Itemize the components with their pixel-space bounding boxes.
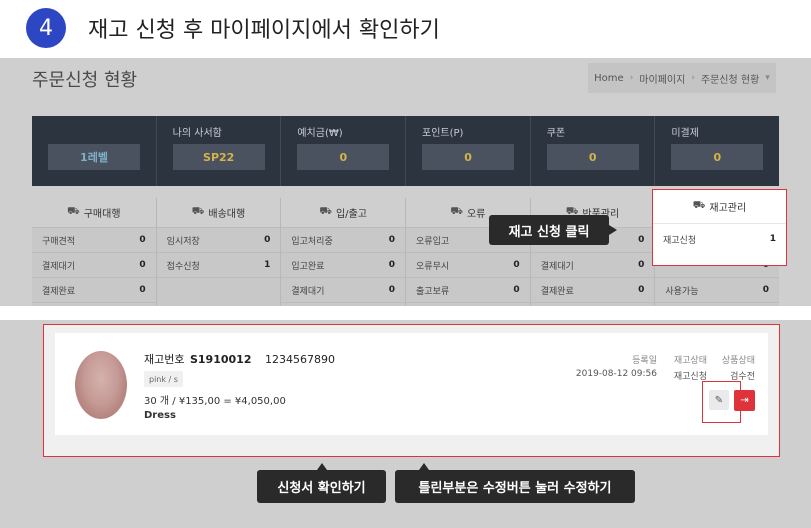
column-header-stock[interactable]: ⛟ 재고관리 bbox=[653, 190, 786, 224]
table-row[interactable]: 출고보류 0 bbox=[406, 278, 530, 303]
quantity-price: 30 개 / ¥135,00 = ¥4,050,00 bbox=[144, 396, 286, 407]
column-purchase: ⛟ 구매대행 구매견적 0 결제대기 0 결제완료 0 bbox=[32, 198, 157, 306]
chevron-right-icon: › bbox=[629, 73, 634, 83]
truck-icon: ⛟ bbox=[67, 206, 80, 217]
edit-icon: ✎ bbox=[714, 394, 724, 406]
table-row[interactable]: 입고완료 0 bbox=[281, 253, 406, 278]
column-shipping: ⛟ 배송대행 임시저장 0 접수신청 1 bbox=[156, 198, 282, 306]
stock-status: 재고상태 재고신청 bbox=[673, 356, 707, 382]
truck-icon: ⛟ bbox=[191, 206, 205, 217]
product-thumbnail bbox=[75, 351, 127, 419]
step-title: 재고 신청 후 마이페이지에서 확인하기 bbox=[88, 18, 440, 43]
stat-unpaid: 미결제 0 bbox=[655, 116, 779, 186]
column-header[interactable]: ⛟ 배송대행 bbox=[156, 198, 281, 228]
table-row[interactable]: 결제대기 0 bbox=[32, 253, 156, 278]
stat-deposit: 예치금(₩) 0 bbox=[281, 116, 407, 186]
product-status: 상품상태 검수전 bbox=[721, 356, 755, 382]
option-tag: pink / s bbox=[144, 371, 183, 387]
account-stats-bar: 1레벨 나의 사서함 SP22 예치금(₩) 0 포인트(P) 0 쿠폰 0 미… bbox=[32, 116, 779, 186]
stat-label: 포인트(P) bbox=[422, 128, 464, 139]
page-title: 주문신청 현황 bbox=[32, 70, 138, 91]
chevron-right-icon: › bbox=[691, 73, 695, 83]
table-row[interactable]: 사용가능 0 bbox=[655, 278, 780, 303]
table-row[interactable]: 결제대기 0 bbox=[281, 278, 406, 303]
stat-coupon: 쿠폰 0 bbox=[531, 116, 656, 186]
step-header: 4 재고 신청 후 마이페이지에서 확인하기 bbox=[0, 0, 811, 58]
stat-label: 쿠폰 bbox=[546, 128, 566, 139]
stat-points: 포인트(P) 0 bbox=[406, 116, 531, 186]
table-row[interactable]: 구매견적 0 bbox=[32, 228, 156, 253]
stock-request-card[interactable]: 재고번호 S1910012 1234567890 pink / s 30 개 /… bbox=[55, 333, 768, 435]
tooltip-stock-click: 재고 신청 클릭 bbox=[489, 215, 617, 245]
truck-icon: ⛟ bbox=[319, 206, 332, 217]
product-name: Dress bbox=[144, 410, 176, 421]
breadcrumb-home[interactable]: Home bbox=[594, 73, 624, 84]
stat-value: 0 bbox=[546, 144, 639, 170]
delete-icon: ⇥ bbox=[740, 395, 749, 406]
breadcrumb-current[interactable]: 주문신청 현황 bbox=[701, 71, 759, 86]
table-row[interactable]: 오류무시 0 bbox=[406, 253, 530, 278]
table-row[interactable]: 결제완료 0 bbox=[530, 278, 655, 303]
stat-value: SP22 bbox=[172, 144, 265, 170]
column-inout: ⛟ 입/출고 입고처리중 0 입고완료 0 결제대기 0 bbox=[281, 198, 407, 306]
tooltip-edit-hint: 틀린부분은 수정버튼 눌러 수정하기 bbox=[395, 463, 635, 503]
registration-date: 등록일 2019-08-12 09:56 bbox=[575, 356, 657, 379]
stat-value: 0 bbox=[422, 144, 515, 170]
stock-management-highlight: ⛟ 재고관리 재고신청 1 bbox=[652, 189, 787, 266]
caret-down-icon: ▾ bbox=[765, 73, 770, 83]
stat-label: 예치금(₩) bbox=[297, 128, 343, 139]
table-row[interactable]: 접수신청 1 bbox=[156, 253, 281, 278]
panel-divider bbox=[0, 306, 811, 320]
table-row bbox=[157, 278, 281, 303]
stock-request-highlight: 재고번호 S1910012 1234567890 pink / s 30 개 /… bbox=[43, 324, 780, 457]
delete-button[interactable]: ⇥ bbox=[734, 390, 755, 411]
table-row[interactable]: 임시저장 0 bbox=[156, 228, 281, 253]
stat-value: 0 bbox=[671, 144, 764, 170]
table-row[interactable]: 결제대기 0 bbox=[530, 253, 655, 278]
tooltip-check-form: 신청서 확인하기 bbox=[257, 463, 386, 503]
breadcrumb-mypage[interactable]: 마이페이지 bbox=[639, 71, 685, 86]
truck-icon: ⛟ bbox=[692, 200, 706, 211]
table-row[interactable]: 입고처리중 0 bbox=[281, 228, 406, 253]
stock-request-panel: 재고번호 S1910012 1234567890 pink / s 30 개 /… bbox=[0, 320, 811, 528]
stat-level: 1레벨 bbox=[32, 116, 157, 186]
stock-request-row[interactable]: 재고신청 1 bbox=[653, 224, 786, 254]
stat-value: 0 bbox=[297, 144, 390, 170]
column-header[interactable]: ⛟ 구매대행 bbox=[32, 198, 156, 228]
table-row[interactable]: 결제완료 0 bbox=[32, 278, 156, 303]
edit-button[interactable]: ✎ bbox=[709, 390, 729, 410]
stat-label: 나의 사서함 bbox=[172, 128, 222, 139]
breadcrumb: Home › 마이페이지 › 주문신청 현황 ▾ bbox=[588, 63, 776, 93]
stat-mailbox: 나의 사서함 SP22 bbox=[157, 116, 282, 186]
step-number-badge: 4 bbox=[26, 8, 66, 48]
mypage-overview-panel: 주문신청 현황 Home › 마이페이지 › 주문신청 현황 ▾ 1레벨 나의 … bbox=[0, 58, 811, 306]
stat-value: 1레벨 bbox=[48, 144, 140, 170]
stock-number: 재고번호 S1910012 1234567890 bbox=[144, 353, 335, 366]
column-header[interactable]: ⛟ 입/출고 bbox=[281, 198, 406, 228]
stat-label: 미결제 bbox=[671, 128, 699, 139]
truck-icon: ⛟ bbox=[450, 206, 463, 217]
